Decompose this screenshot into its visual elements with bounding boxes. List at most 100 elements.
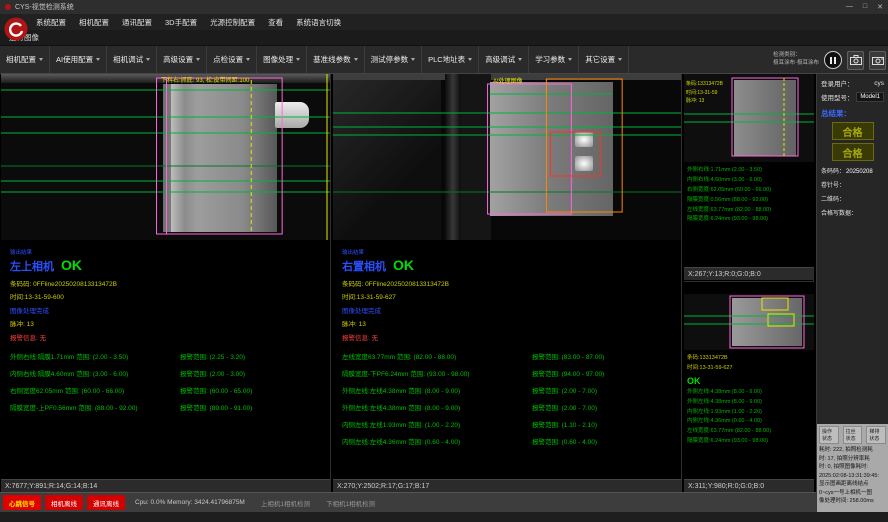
result-caption: 输出结果 xyxy=(342,248,681,256)
camera-b-button[interactable] xyxy=(869,51,886,70)
toolbar-button[interactable]: 其它设置 xyxy=(579,46,629,73)
info-line: 条码:13313472B xyxy=(687,354,811,364)
cpu-memory-readout: Cpu: 0.0% Memory: 3424.41796875M xyxy=(135,499,245,506)
measurement-row: 隔膜宽度-下PF6.24mm 范围: (93.00 - 98.00) 报警范围:… xyxy=(342,368,681,378)
pause-button[interactable] xyxy=(824,51,842,69)
measurement-row: 隔膜宽度-上PF0.56mm 范围: (88.00 - 92.00) 报警范围:… xyxy=(10,402,330,412)
maximize-button[interactable]: □ xyxy=(863,3,867,11)
result-ok-badge: OK xyxy=(687,376,811,386)
toolbar-button[interactable]: AI使用配置 xyxy=(50,46,107,73)
roi-rect xyxy=(488,84,572,214)
roi-rect xyxy=(732,78,798,156)
chevron-down-icon xyxy=(196,58,200,61)
measurement-list: 外侧右线:隔膜1.71mm 范围: (2.00 - 3.50) 报警范围: (2… xyxy=(10,351,330,412)
field-label: 卷针号： xyxy=(821,183,845,189)
measurement-row: 外侧左线:左线4.38mm 范围: (8.00 - 9.00) 报警范围: (2… xyxy=(342,385,681,395)
small-view-2-image[interactable] xyxy=(684,294,814,350)
status-bar: 心跳信号 相机离线 通讯离线 Cpu: 0.0% Memory: 3424.41… xyxy=(0,492,816,512)
toolbar-button[interactable]: 相机调试 xyxy=(107,46,157,73)
small-view-1-image[interactable]: 条码:13313472B时间:13-31-59脉冲: 13 xyxy=(684,74,814,162)
measurement-row: 外侧右线:隔膜1.71mm 范围: (2.00 - 3.50) 报警范围: (2… xyxy=(10,351,330,361)
defect-rect xyxy=(550,132,600,176)
measurement-line: 外侧左线:4.38mm (8.00 - 9.00) xyxy=(687,388,811,398)
result-ok-badge: OK xyxy=(61,257,82,273)
pause-icon xyxy=(830,57,832,64)
camera-left-panel: 下料右:抓底: 93, 松:皮带间距:100 输出结果 左上相机 OK 条码码:… xyxy=(1,74,331,492)
title-bar: CYS-视觉检测系统 — □ ✕ xyxy=(0,0,888,14)
camera-right-result: 输出结果 右置相机 OK 条码码: 0FFline202502081331347… xyxy=(333,240,681,446)
camera-left-image[interactable]: 下料右:抓底: 93, 松:皮带间距:100 xyxy=(1,74,330,240)
chevron-down-icon xyxy=(468,58,472,61)
toolbar-button[interactable]: 点检设置 xyxy=(207,46,257,73)
small-view-2: 条码:13313472B时间:13-31-59-627 OK 外侧左线:4.38… xyxy=(684,281,814,492)
camera-icon xyxy=(872,55,884,65)
measurement-line: 外侧左线:4.38mm (8.00 - 9.00) xyxy=(687,398,811,408)
camera-name: 左上相机 xyxy=(10,258,54,274)
toolbar-button-label: 高级调试 xyxy=(485,54,515,65)
menu-item[interactable]: 3D手配置 xyxy=(165,17,197,28)
window-controls: — □ ✕ xyxy=(846,3,883,11)
overlay-text-line: 脉冲: 13 xyxy=(686,97,723,106)
menu-item[interactable]: 通讯配置 xyxy=(122,17,152,28)
app-window: CYS-视觉检测系统 — □ ✕ 系统配置相机配置通讯配置3D手配置光源控制配置… xyxy=(0,0,888,522)
barcode-text: 条码码: 0FFline2025020813313472B xyxy=(10,278,330,288)
camera-right-panel: AI处理图像 输出结果 右置相机 OK 条码码: 0FFline20250208… xyxy=(333,74,682,492)
toolbar-button[interactable]: 基准线参数 xyxy=(307,46,365,73)
process-done-text: 图像处理完成 xyxy=(342,305,681,315)
run-tab-row: 运行图像 xyxy=(0,30,888,46)
pulse-text: 脉冲: 13 xyxy=(10,318,330,328)
overlay-note: AI处理图像 xyxy=(493,76,523,85)
toolbar-button[interactable]: 相机配置 xyxy=(0,46,50,73)
info-line: 时间:13-31-59-627 xyxy=(687,364,811,374)
time-text: 时间:13-31-59-627 xyxy=(342,291,681,301)
menu-bar: 系统配置 相机配置 通讯配置 3D手配置 光源控制配置 查看 系统语言切换 xyxy=(0,14,888,30)
side-panel-field: 条码码：20250208 xyxy=(817,161,888,175)
model-value: Model1 xyxy=(856,92,884,102)
toolbar-button[interactable]: PLC地址表 xyxy=(422,46,479,73)
measurement-line: 右侧宽度:62.05mm (60.00 - 66.00) xyxy=(687,186,811,196)
lower-camera-test-label: 下相机1相机检测 xyxy=(326,498,375,508)
menu-item[interactable]: 系统语言切换 xyxy=(296,17,341,28)
upper-camera-test-label: 上相机1相机检测 xyxy=(261,498,310,508)
pass-status-box: 合格 xyxy=(832,122,874,140)
camera-icon xyxy=(850,55,862,65)
camera-left-result: 输出结果 左上相机 OK 条码码: 0FFline202502081331347… xyxy=(1,240,330,412)
result-boxes: 合格合格 xyxy=(817,122,888,161)
toolbar-button-label: 测试停参数 xyxy=(371,54,409,65)
camera-a-button[interactable] xyxy=(847,51,864,70)
pulse-text: 脉冲: 13 xyxy=(342,318,681,328)
detect-category-value: 极耳涂布·极耳涂布 xyxy=(773,60,819,68)
alarm-range: 报警范围: (2.00 - 7.00) xyxy=(532,402,597,412)
toolbar-button[interactable]: 测试停参数 xyxy=(365,46,423,73)
status-tab[interactable]: 拉丝状态 xyxy=(843,426,863,444)
menu-item[interactable]: 系统配置 xyxy=(36,17,66,28)
toolbar-button[interactable]: 图像处理 xyxy=(257,46,307,73)
status-tab[interactable]: 梯排状态 xyxy=(866,426,886,444)
measurement-value: 隔膜宽度-上PF0.56mm 范围: (88.00 - 92.00) xyxy=(10,402,180,412)
toolbar-button[interactable]: 高级调试 xyxy=(479,46,529,73)
alarm-range: 报警范围: (83.00 - 87.00) xyxy=(532,351,604,361)
heartbeat-button[interactable]: 心跳信号 xyxy=(3,495,41,510)
side-panel-field: 卷针号： xyxy=(817,175,888,189)
minimize-button[interactable]: — xyxy=(846,3,853,11)
menu-item[interactable]: 光源控制配置 xyxy=(210,17,255,28)
small-view-2-text: 条码:13313472B时间:13-31-59-627 OK 外侧左线:4.38… xyxy=(684,350,814,479)
menu-item[interactable]: 相机配置 xyxy=(79,17,109,28)
toolbar-button[interactable]: 高级设置 xyxy=(157,46,207,73)
camera-right-image[interactable]: AI处理图像 xyxy=(333,74,681,240)
chevron-down-icon xyxy=(96,58,100,61)
alarm-range: 报警范围: (89.00 - 91.00) xyxy=(180,402,252,412)
status-tab[interactable]: 操作状态 xyxy=(819,426,839,444)
close-button[interactable]: ✕ xyxy=(877,3,883,11)
pass-status-box: 合格 xyxy=(832,143,874,161)
toolbar-button[interactable]: 学习参数 xyxy=(529,46,579,73)
chevron-down-icon xyxy=(146,58,150,61)
info-line: 0~cys一号上相机一图 xyxy=(819,489,886,498)
menu-item[interactable]: 查看 xyxy=(268,17,283,28)
field-value: 20250208 xyxy=(846,169,873,175)
overlay-text-line: 条码:13313472B xyxy=(686,80,723,89)
info-line: 时: 0, 拍照图像耗时: xyxy=(819,463,886,472)
measurement-line: 隔膜宽度:6.24mm (93.00 - 98.00) xyxy=(687,215,811,225)
chevron-down-icon xyxy=(354,58,358,61)
toolbar-right-controls: 检测类别： 极耳涂布·极耳涂布 xyxy=(773,46,886,74)
